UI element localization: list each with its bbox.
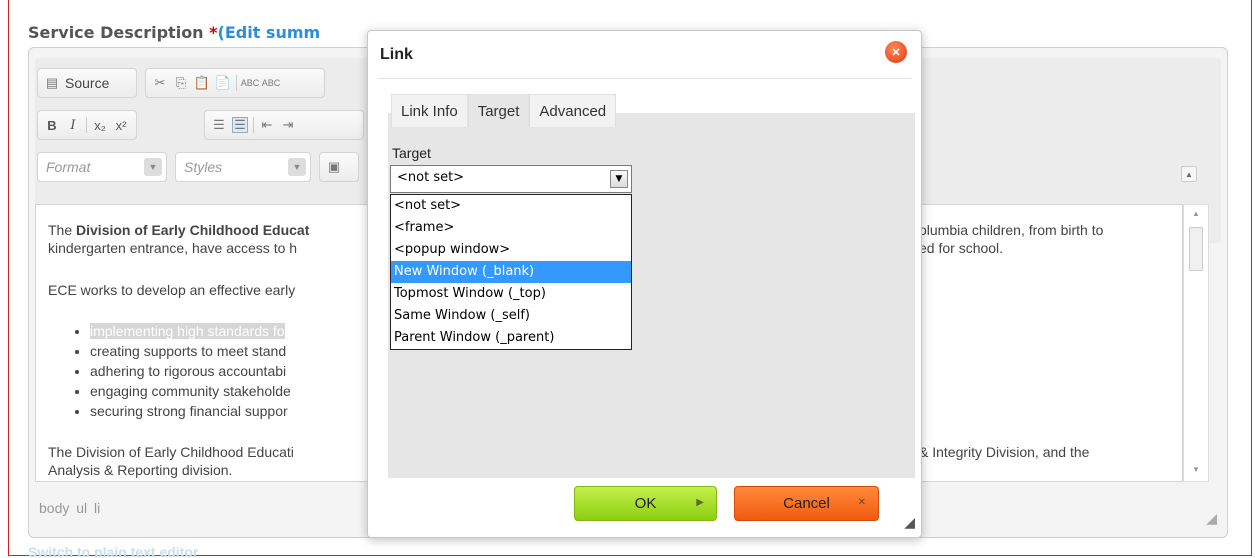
- option-frame[interactable]: <frame>: [391, 217, 631, 239]
- source-icon: ▤: [45, 75, 59, 90]
- intro-bold-text: Division of Early Childhood Educat: [76, 222, 310, 238]
- list-item: creating supports to meet stand: [90, 341, 291, 361]
- paragraph-intro-right: olumbia children, from birth to ed for s…: [919, 221, 1179, 257]
- bulleted-list-icon[interactable]: ☰: [232, 117, 248, 133]
- target-options-list: <not set> <frame> <popup window> New Win…: [390, 194, 632, 350]
- option-parent-window[interactable]: Parent Window (_parent): [391, 327, 631, 349]
- intro-right-line-2: ed for school.: [919, 240, 1004, 256]
- element-path-bar: body ul li: [39, 500, 100, 516]
- list-item: adhering to rigorous accountabi: [90, 361, 291, 381]
- path-item-ul[interactable]: ul: [76, 500, 87, 516]
- copy-icon[interactable]: ⎘: [173, 75, 189, 91]
- bullet-list: implementing high standards fo creating …: [90, 321, 291, 421]
- bold-icon[interactable]: B: [44, 117, 60, 133]
- option-same-window[interactable]: Same Window (_self): [391, 305, 631, 327]
- superscript-icon[interactable]: x²: [113, 117, 129, 133]
- scroll-down-icon[interactable]: ▼: [1190, 465, 1202, 477]
- show-blocks-icon[interactable]: ▣: [326, 159, 342, 175]
- path-item-li[interactable]: li: [94, 500, 100, 516]
- list-item-text: implementing high standards fo: [90, 323, 285, 339]
- format-select[interactable]: Format ▼: [37, 152, 167, 182]
- numbered-list-icon[interactable]: ☰: [211, 117, 227, 133]
- toolbar-separator: [253, 117, 254, 133]
- dialog-title: Link: [380, 46, 413, 63]
- increase-indent-icon[interactable]: ⇥: [280, 117, 296, 133]
- option-topmost-window[interactable]: Topmost Window (_top): [391, 283, 631, 305]
- field-label-text: Service Description: [28, 23, 210, 42]
- arrow-right-icon: ▶: [696, 497, 704, 508]
- clipboard-toolbar-group: ✂ ⎘ 📋 📄 ABC ABC: [145, 68, 325, 98]
- switch-editor-link[interactable]: Switch to plain text editor: [28, 544, 198, 558]
- list-item: securing strong financial suppor: [90, 401, 291, 421]
- tab-advanced[interactable]: Advanced: [529, 94, 617, 127]
- ok-button-label: OK: [634, 495, 657, 512]
- ok-button[interactable]: OK ▶: [574, 486, 717, 521]
- intro-line-2: kindergarten entrance, have access to h: [48, 240, 298, 256]
- divisions-line-2: Analysis & Reporting division.: [48, 462, 233, 478]
- paragraph-ece: ECE works to develop an effective early: [48, 282, 296, 298]
- chevron-down-icon[interactable]: ▼: [610, 170, 628, 188]
- scroll-up-arrow-icon[interactable]: ▲: [1181, 166, 1197, 182]
- editor-scrollbar[interactable]: ▲ ▼: [1183, 204, 1209, 482]
- spellcheck-as-you-type-icon[interactable]: ABC: [262, 75, 281, 91]
- chevron-down-icon: ▼: [288, 158, 306, 176]
- list-toolbar-group: ☰ ☰ ⇤ ⇥: [204, 110, 364, 140]
- target-select[interactable]: <not set> ▼: [390, 165, 632, 193]
- field-label: Service Description *(Edit summ: [28, 23, 320, 42]
- paste-icon[interactable]: 📋: [194, 75, 210, 91]
- option-not-set[interactable]: <not set>: [391, 195, 631, 217]
- close-icon[interactable]: ✕: [885, 41, 907, 63]
- dialog-tabs: Link Info Target Advanced: [391, 94, 617, 127]
- target-select-value: <not set>: [397, 170, 465, 185]
- source-toolbar-group: ▤ Source: [37, 68, 137, 98]
- toolbar-separator: [86, 117, 87, 133]
- toolbar-separator: [236, 75, 237, 91]
- italic-icon[interactable]: I: [65, 117, 81, 133]
- block-toolbar-group: ▣: [319, 152, 359, 182]
- dialog-title-divider: [378, 78, 911, 79]
- styles-select[interactable]: Styles ▼: [175, 152, 311, 182]
- list-item-text: creating supports to meet stand: [90, 343, 287, 359]
- chevron-down-icon: ▼: [144, 158, 162, 176]
- subscript-icon[interactable]: x₂: [92, 117, 108, 133]
- decrease-indent-icon[interactable]: ⇤: [259, 117, 275, 133]
- source-button[interactable]: Source: [65, 75, 109, 91]
- list-item: engaging community stakeholde: [90, 381, 291, 401]
- paragraph-intro: The Division of Early Childhood Educat k…: [48, 221, 378, 257]
- paragraph-divisions-right: & Integrity Division, and the: [919, 444, 1090, 460]
- editor-resize-grip-icon[interactable]: ◢: [1206, 510, 1217, 527]
- intro-right-line-1: olumbia children, from birth to: [919, 222, 1104, 238]
- cancel-button-label: Cancel: [783, 495, 830, 512]
- scroll-thumb[interactable]: [1189, 227, 1203, 271]
- path-item-body[interactable]: body: [39, 500, 69, 516]
- tab-link-info[interactable]: Link Info: [391, 94, 468, 127]
- edit-summary-link[interactable]: (Edit summ: [218, 23, 321, 42]
- option-new-window[interactable]: New Window (_blank): [391, 261, 631, 283]
- paste-text-icon[interactable]: 📄: [215, 75, 231, 91]
- format-placeholder: Format: [46, 159, 91, 175]
- dialog-resize-grip-icon[interactable]: ◢: [904, 514, 915, 531]
- list-item-text: adhering to rigorous accountabi: [90, 363, 287, 379]
- tab-target[interactable]: Target: [467, 94, 530, 127]
- required-mark: *: [209, 23, 218, 42]
- link-dialog: Link ✕ Link Info Target Advanced Target …: [367, 30, 922, 538]
- cut-icon[interactable]: ✂: [152, 75, 168, 91]
- close-x-icon: ✕: [857, 497, 866, 508]
- cancel-button[interactable]: Cancel ✕: [734, 486, 879, 521]
- scroll-up-icon[interactable]: ▲: [1190, 209, 1202, 221]
- target-label: Target: [392, 145, 431, 161]
- styles-placeholder: Styles: [184, 159, 223, 175]
- option-popup-window[interactable]: <popup window>: [391, 239, 631, 261]
- paragraph-divisions: The Division of Early Childhood Educati …: [48, 443, 378, 479]
- list-item: implementing high standards fo: [90, 321, 291, 341]
- list-item-text: engaging community stakeholde: [90, 383, 291, 399]
- intro-text: The: [48, 222, 77, 238]
- basic-styles-toolbar-group: B I x₂ x²: [37, 110, 137, 140]
- list-item-text: securing strong financial suppor: [90, 403, 288, 419]
- divisions-line-1: The Division of Early Childhood Educati: [48, 444, 294, 460]
- spellcheck-icon[interactable]: ABC: [241, 75, 260, 91]
